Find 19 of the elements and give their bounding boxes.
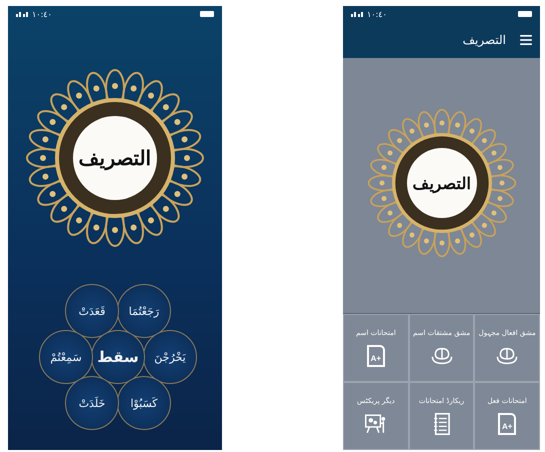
menu-icon[interactable]	[520, 35, 532, 45]
signal-icon	[351, 11, 363, 17]
presentation-icon	[364, 413, 387, 435]
status-time: ١٠:٤٠	[32, 10, 52, 18]
logo-text: التصريف	[78, 146, 152, 170]
status-time: ١٠:٤٠	[367, 10, 387, 18]
document-grade-icon: A+	[498, 413, 516, 435]
battery-icon	[518, 11, 532, 17]
document-grade-icon: A+	[366, 345, 385, 367]
word-button[interactable]: سَمِعْتُمْ	[39, 330, 93, 384]
battery-icon	[200, 11, 214, 17]
word-button[interactable]: رَجَعْتُمَا	[117, 284, 171, 338]
logo-text: التصريف	[412, 174, 470, 192]
word-button[interactable]: قَعَدَتْ	[65, 284, 119, 338]
word-button[interactable]: يَخْرُجْنَ	[143, 330, 197, 384]
word-button[interactable]: كَسَبُوْا	[117, 376, 171, 430]
signal-icon	[16, 11, 28, 17]
app-title: التصريف	[462, 33, 506, 47]
word-button[interactable]: خَلَدَتْ	[65, 376, 119, 430]
